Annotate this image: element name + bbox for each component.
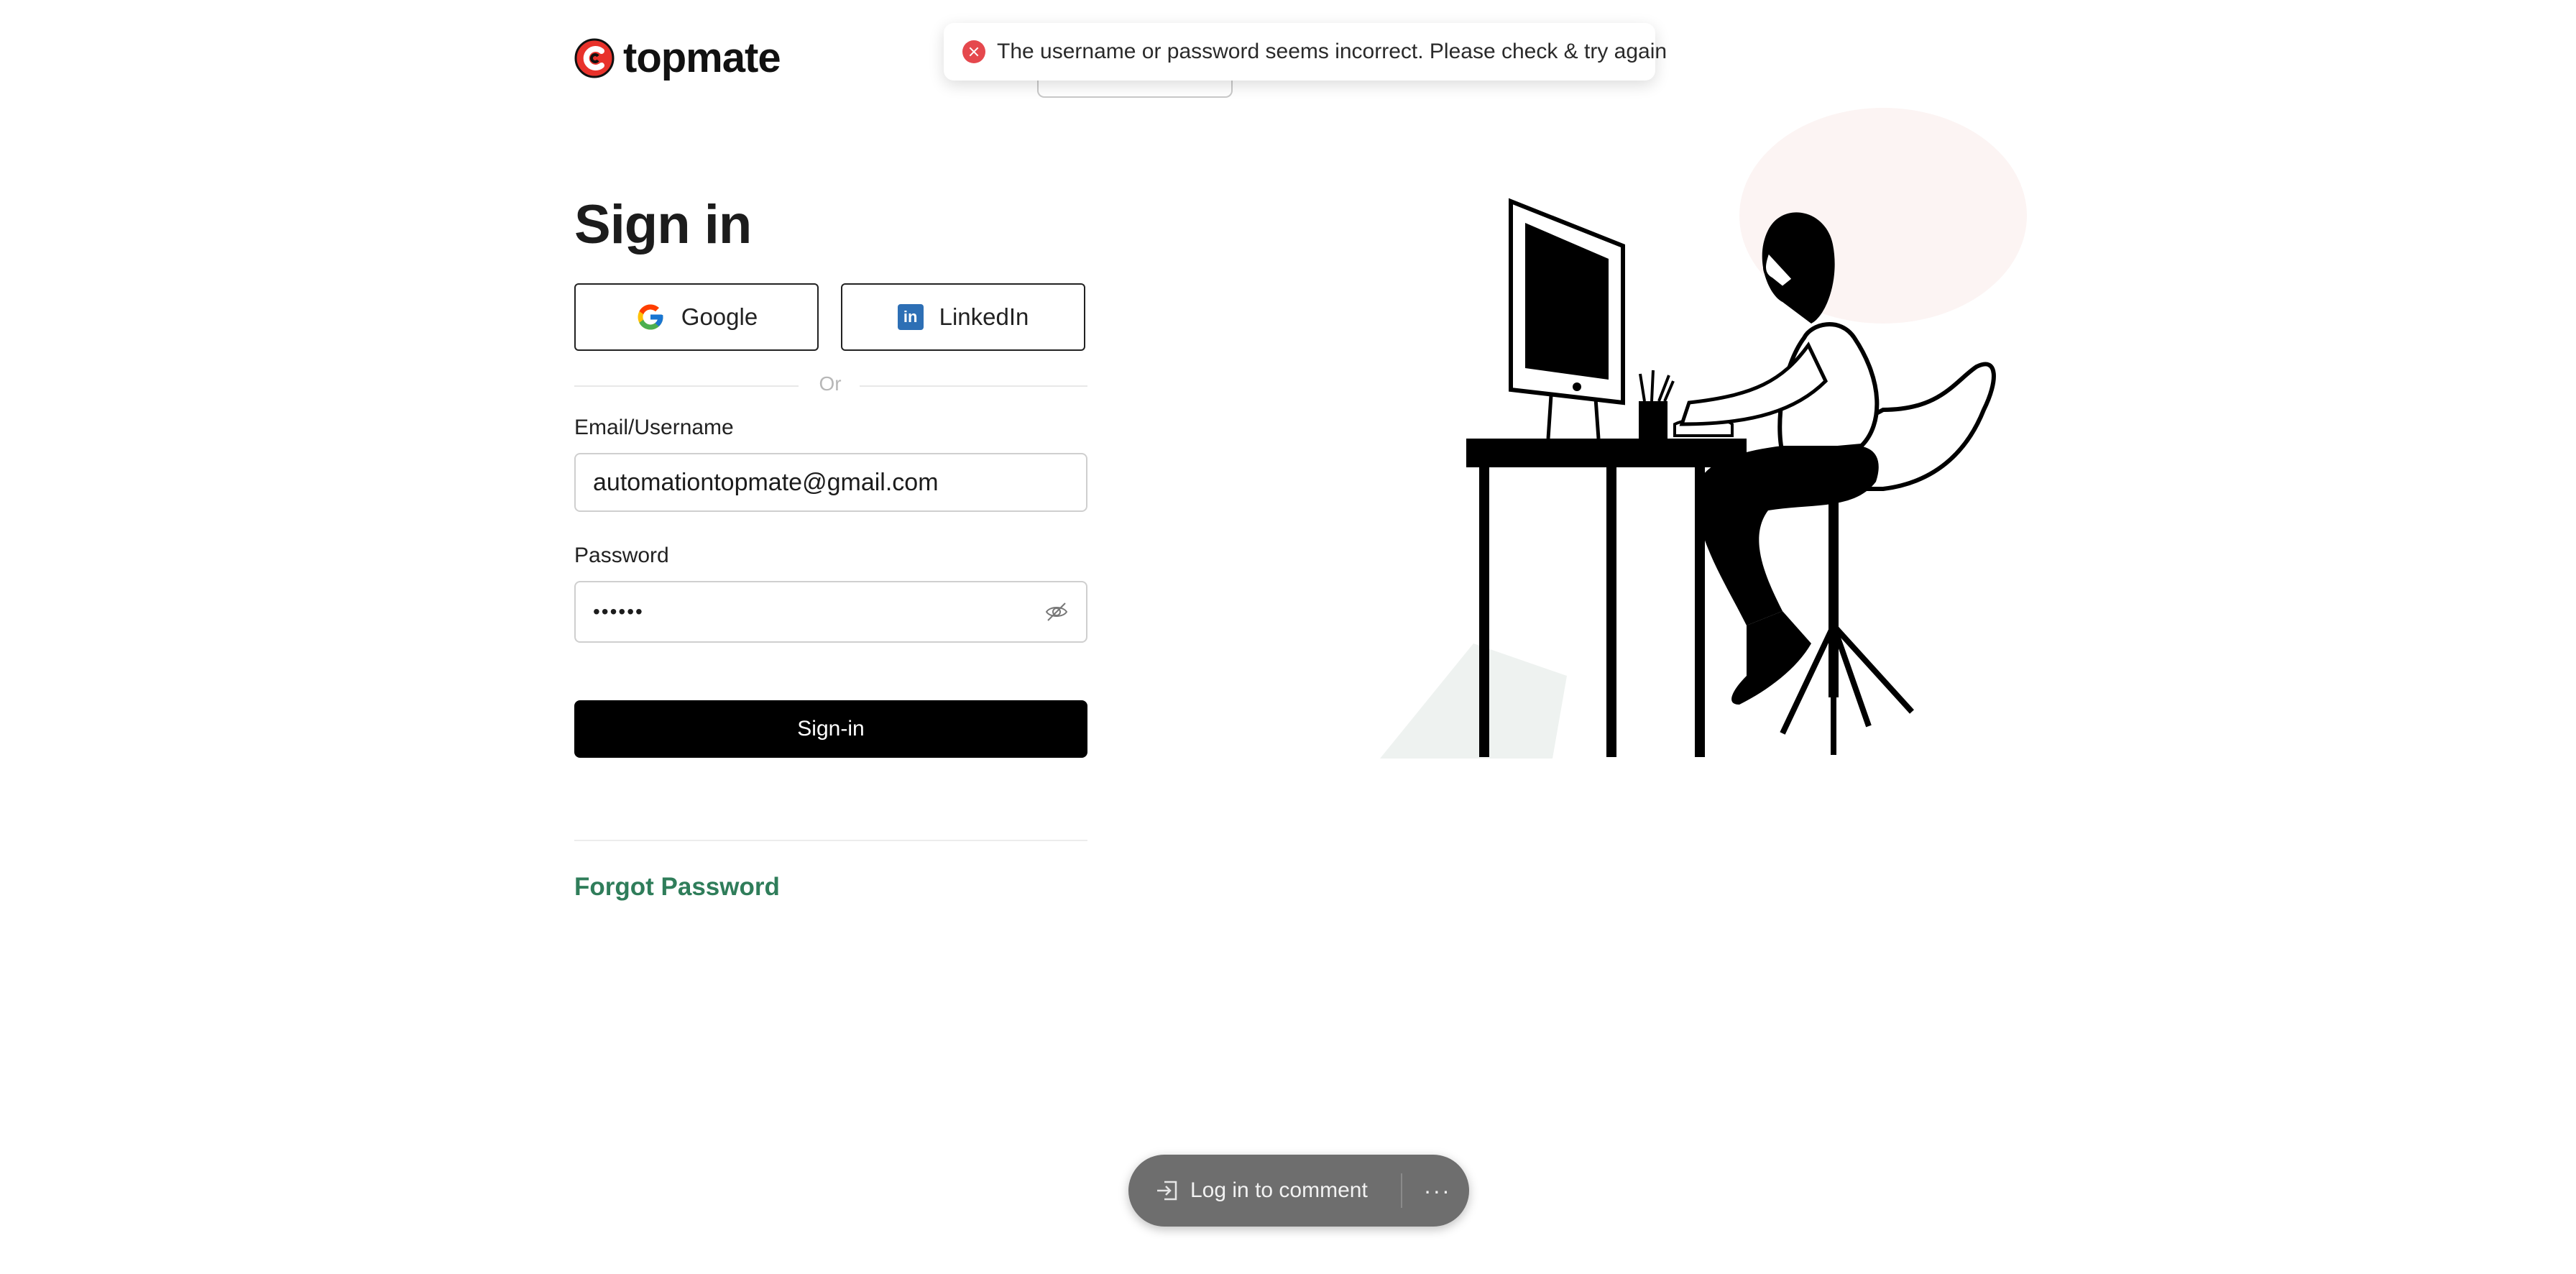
topmate-logo-icon (574, 38, 615, 78)
eye-slash-icon[interactable] (1044, 601, 1069, 623)
linkedin-button-label: LinkedIn (939, 303, 1029, 330)
linkedin-signin-button[interactable]: in LinkedIn (841, 283, 1085, 351)
more-icon[interactable]: ··· (1424, 1178, 1451, 1204)
email-value: automationtopmate@gmail.com (593, 468, 939, 496)
email-label: Email/Username (574, 416, 734, 439)
log-in-to-comment-button[interactable]: Log in to comment (1190, 1178, 1368, 1203)
linkedin-icon: in (897, 304, 924, 330)
error-x-icon (962, 40, 985, 63)
password-field[interactable]: •••••• (574, 581, 1087, 643)
section-divider (574, 840, 1087, 841)
login-icon[interactable] (1154, 1178, 1180, 1204)
toast-message: The username or password seems incorrect… (997, 40, 1668, 63)
comment-bar: Log in to comment ··· (1128, 1155, 1469, 1227)
person-at-computer-illustration (1380, 108, 2027, 759)
password-label: Password (574, 544, 669, 567)
password-value: •••••• (593, 600, 644, 623)
topmate-logo[interactable]: topmate (574, 36, 781, 81)
logo-text: topmate (623, 35, 781, 81)
divider-left (574, 385, 799, 387)
error-toast: The username or password seems incorrect… (944, 23, 1667, 81)
comment-bar-divider (1400, 1173, 1402, 1208)
google-button-label: Google (681, 303, 758, 330)
email-field[interactable]: automationtopmate@gmail.com (574, 453, 1087, 512)
or-separator: Or (819, 372, 842, 395)
divider-right (860, 385, 1087, 387)
page-title: Sign in (574, 194, 752, 255)
sign-in-button[interactable]: Sign-in (574, 700, 1087, 758)
google-icon (638, 304, 663, 330)
forgot-password-link[interactable]: Forgot Password (574, 873, 780, 902)
google-signin-button[interactable]: Google (574, 283, 819, 351)
